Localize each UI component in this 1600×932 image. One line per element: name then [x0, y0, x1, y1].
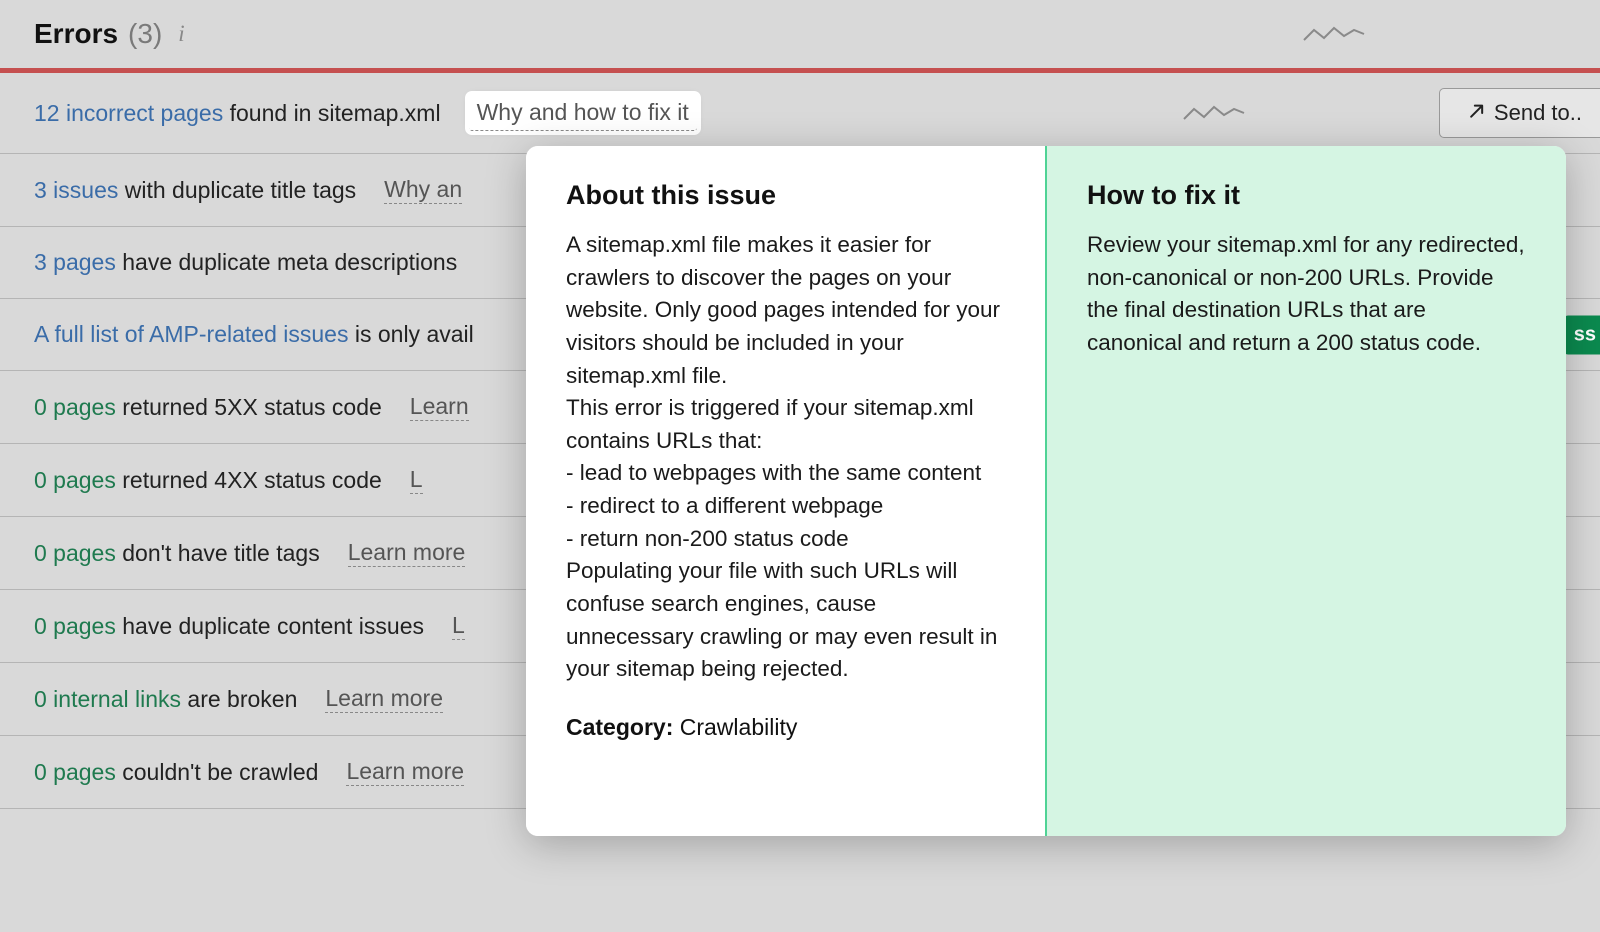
business-badge-partial: ss: [1564, 315, 1600, 354]
why-how-fix-link[interactable]: Learn: [410, 393, 469, 421]
about-issue-title: About this issue: [566, 180, 1005, 211]
issue-text: is only avail: [348, 321, 473, 347]
about-issue-panel: About this issue A sitemap.xml file make…: [526, 146, 1045, 836]
errors-header: Errors (3) i: [0, 0, 1600, 68]
issue-text: returned 4XX status code: [116, 467, 382, 493]
issue-lead: 3 pages have duplicate meta descriptions: [34, 249, 457, 276]
why-how-fix-link[interactable]: Learn more: [325, 685, 443, 713]
issue-lead: 0 pages don't have title tags: [34, 540, 320, 567]
issue-text: couldn't be crawled: [116, 759, 319, 785]
issue-lead: 0 pages couldn't be crawled: [34, 759, 318, 786]
issue-link[interactable]: 0 pages: [34, 759, 116, 785]
issue-link[interactable]: 0 internal links: [34, 686, 181, 712]
why-how-fix-link[interactable]: Why an: [384, 176, 462, 204]
issue-text: are broken: [181, 686, 297, 712]
why-how-fix-link[interactable]: Learn more: [348, 539, 466, 567]
issue-link[interactable]: A full list of AMP-related issues: [34, 321, 348, 347]
how-to-fix-panel: How to fix it Review your sitemap.xml fo…: [1045, 146, 1566, 836]
how-to-fix-title: How to fix it: [1087, 180, 1526, 211]
issue-link[interactable]: 0 pages: [34, 467, 116, 493]
header-sparkline: [1302, 22, 1370, 46]
issue-text: have duplicate content issues: [116, 613, 424, 639]
issue-text: don't have title tags: [116, 540, 320, 566]
info-icon[interactable]: i: [178, 21, 184, 47]
issue-text: returned 5XX status code: [116, 394, 382, 420]
issue-link[interactable]: 3 issues: [34, 177, 118, 203]
send-to-label: Send to..: [1494, 100, 1582, 126]
why-how-fix-link[interactable]: Learn more: [346, 758, 464, 786]
issue-text: have duplicate meta descriptions: [116, 249, 457, 275]
how-to-fix-body: Review your sitemap.xml for any redirect…: [1087, 229, 1526, 360]
issue-lead: 0 pages have duplicate content issues: [34, 613, 424, 640]
why-how-fix-link[interactable]: L: [452, 612, 465, 640]
issue-link[interactable]: 3 pages: [34, 249, 116, 275]
issue-category: Category: Crawlability: [566, 714, 1005, 741]
issue-lead: 3 issues with duplicate title tags: [34, 177, 356, 204]
site-audit-errors-panel: Errors (3) i 12 incorrect pages found in…: [0, 0, 1600, 932]
about-issue-body: A sitemap.xml file makes it easier for c…: [566, 229, 1005, 686]
issue-lead: A full list of AMP-related issues is onl…: [34, 321, 474, 348]
issue-lead: 12 incorrect pages found in sitemap.xml: [34, 100, 441, 127]
category-label: Category:: [566, 714, 673, 740]
send-to-button[interactable]: Send to..: [1439, 88, 1600, 138]
issue-link[interactable]: 12 incorrect pages: [34, 100, 223, 126]
share-arrow-icon: [1462, 102, 1484, 124]
issue-text: found in sitemap.xml: [223, 100, 440, 126]
why-how-fix-link[interactable]: Why and how to fix it: [469, 95, 697, 131]
errors-title: Errors: [34, 18, 118, 50]
issue-link[interactable]: 0 pages: [34, 540, 116, 566]
issue-text: with duplicate title tags: [118, 177, 356, 203]
why-how-fix-link[interactable]: L: [410, 466, 423, 494]
trend-sparkline: [1182, 101, 1250, 125]
issue-info-popover: About this issue A sitemap.xml file make…: [526, 146, 1566, 836]
issue-link[interactable]: 0 pages: [34, 613, 116, 639]
issue-lead: 0 internal links are broken: [34, 686, 297, 713]
issue-row: 12 incorrect pages found in sitemap.xml W…: [0, 73, 1600, 154]
issue-lead: 0 pages returned 5XX status code: [34, 394, 382, 421]
category-value: Crawlability: [680, 714, 798, 740]
issue-link[interactable]: 0 pages: [34, 394, 116, 420]
issue-lead: 0 pages returned 4XX status code: [34, 467, 382, 494]
errors-count: (3): [128, 18, 162, 50]
